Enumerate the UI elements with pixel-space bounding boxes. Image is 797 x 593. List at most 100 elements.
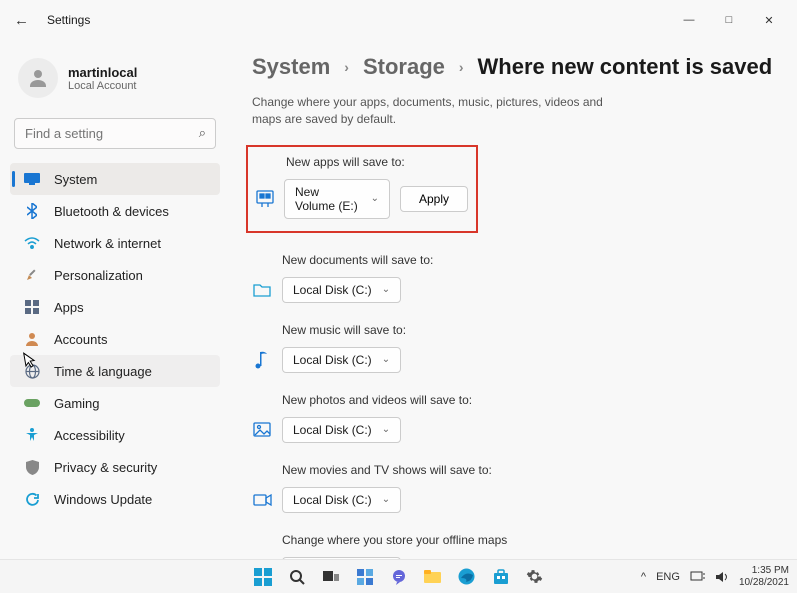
main-content: System › Storage › Where new content is … xyxy=(228,40,797,561)
drive-dropdown[interactable]: Local Disk (C:) ⌄ xyxy=(282,347,401,373)
dropdown-value: New Volume (E:) xyxy=(295,185,361,213)
volume-icon[interactable] xyxy=(715,571,729,583)
edge-icon[interactable] xyxy=(457,567,477,587)
network-icon[interactable] xyxy=(690,571,705,583)
maximize-button[interactable]: □ xyxy=(709,5,749,35)
setting-label: New music will save to: xyxy=(282,323,773,337)
settings-icon[interactable] xyxy=(525,567,545,587)
system-tray[interactable]: ^ ENG 1:35 PM 10/28/2021 xyxy=(641,565,789,588)
setting-label: New movies and TV shows will save to: xyxy=(282,463,773,477)
clock[interactable]: 1:35 PM 10/28/2021 xyxy=(739,565,789,588)
update-icon xyxy=(24,491,40,507)
music-icon xyxy=(252,350,272,370)
sidebar-item-label: Time & language xyxy=(54,364,152,379)
game-icon xyxy=(24,395,40,411)
bluetooth-icon xyxy=(24,203,40,219)
account-card[interactable]: martinlocal Local Account xyxy=(10,44,220,116)
chevron-right-icon: › xyxy=(459,59,464,75)
sidebar-item-time-language[interactable]: Time & language xyxy=(10,355,220,387)
explorer-icon[interactable] xyxy=(423,567,443,587)
sidebar-item-system[interactable]: System xyxy=(10,163,220,195)
apply-button[interactable]: Apply xyxy=(400,186,468,212)
shield-icon xyxy=(24,459,40,475)
chevron-down-icon: ⌄ xyxy=(382,284,390,295)
setting-group: New apps will save to: New Volume (E:)⌄ Ap… xyxy=(252,145,773,233)
sidebar-item-accessibility[interactable]: Accessibility xyxy=(10,419,220,451)
close-button[interactable]: ✕ xyxy=(749,5,789,35)
taskview-icon[interactable] xyxy=(321,567,341,587)
sidebar-item-bluetooth-devices[interactable]: Bluetooth & devices xyxy=(10,195,220,227)
setting-group: New music will save to: Local Disk (C:) ⌄ xyxy=(252,323,773,373)
system-icon xyxy=(24,171,40,187)
drive-dropdown[interactable]: New Volume (E:)⌄ xyxy=(284,179,390,219)
apps-save-icon xyxy=(256,189,274,209)
window-controls: — □ ✕ xyxy=(669,5,789,35)
avatar-icon xyxy=(18,58,58,98)
nav-list: System Bluetooth & devices Network & inter… xyxy=(10,163,220,515)
back-button[interactable]: ← xyxy=(8,8,35,33)
setting-label: New apps will save to: xyxy=(286,155,468,169)
dropdown-value: Local Disk (C:) xyxy=(293,423,372,437)
sidebar-item-label: Apps xyxy=(54,300,84,315)
sidebar-item-gaming[interactable]: Gaming xyxy=(10,387,220,419)
sidebar-item-accounts[interactable]: Accounts xyxy=(10,323,220,355)
sidebar-item-label: Personalization xyxy=(54,268,143,283)
drive-dropdown[interactable]: Local Disk (C:) ⌄ xyxy=(282,277,401,303)
language-indicator[interactable]: ENG xyxy=(656,571,680,583)
widgets-icon[interactable] xyxy=(355,567,375,587)
sidebar-item-network-internet[interactable]: Network & internet xyxy=(10,227,220,259)
sidebar-item-label: Privacy & security xyxy=(54,460,157,475)
breadcrumb-storage[interactable]: Storage xyxy=(363,54,445,80)
account-type: Local Account xyxy=(68,80,137,92)
setting-group: New documents will save to: Local Disk (C… xyxy=(252,253,773,303)
search-input[interactable] xyxy=(14,118,216,149)
page-description: Change where your apps, documents, music… xyxy=(252,94,612,145)
search-icon[interactable] xyxy=(287,567,307,587)
search-icon: ⌕ xyxy=(199,125,206,141)
sidebar-item-label: Bluetooth & devices xyxy=(54,204,169,219)
chevron-down-icon: ⌄ xyxy=(382,354,390,365)
chat-icon[interactable] xyxy=(389,567,409,587)
sidebar-item-apps[interactable]: Apps xyxy=(10,291,220,323)
document-icon xyxy=(252,280,272,300)
breadcrumb-system[interactable]: System xyxy=(252,54,330,80)
sidebar-item-windows-update[interactable]: Windows Update xyxy=(10,483,220,515)
drive-dropdown[interactable]: Local Disk (C:) ⌄ xyxy=(282,417,401,443)
user-icon xyxy=(24,331,40,347)
account-name: martinlocal xyxy=(68,65,137,80)
dropdown-value: Local Disk (C:) xyxy=(293,283,372,297)
setting-group: Change where you store your offline maps… xyxy=(252,533,773,561)
sidebar-item-label: Accessibility xyxy=(54,428,125,443)
titlebar: ← Settings — □ ✕ xyxy=(0,0,797,40)
dropdown-value: Local Disk (C:) xyxy=(293,493,372,507)
sidebar-item-label: System xyxy=(54,172,97,187)
setting-label: New photos and videos will save to: xyxy=(282,393,773,407)
accessibility-icon xyxy=(24,427,40,443)
dropdown-value: Local Disk (C:) xyxy=(293,353,372,367)
breadcrumb: System › Storage › Where new content is … xyxy=(252,48,773,94)
mouse-cursor-icon xyxy=(23,350,40,370)
start-button[interactable] xyxy=(253,567,273,587)
drive-dropdown[interactable]: Local Disk (C:) ⌄ xyxy=(282,487,401,513)
tray-chevron-icon[interactable]: ^ xyxy=(641,571,646,583)
sidebar-item-privacy-security[interactable]: Privacy & security xyxy=(10,451,220,483)
minimize-button[interactable]: — xyxy=(669,5,709,35)
chevron-down-icon: ⌄ xyxy=(382,424,390,435)
setting-label: New documents will save to: xyxy=(282,253,773,267)
setting-label: Change where you store your offline maps xyxy=(282,533,773,547)
sidebar-item-personalization[interactable]: Personalization xyxy=(10,259,220,291)
brush-icon xyxy=(24,267,40,283)
chevron-down-icon: ⌄ xyxy=(382,494,390,505)
sidebar-item-label: Windows Update xyxy=(54,492,152,507)
highlight-box: New apps will save to: New Volume (E:)⌄ Ap… xyxy=(246,145,478,233)
setting-group: New photos and videos will save to: Local… xyxy=(252,393,773,443)
breadcrumb-current: Where new content is saved xyxy=(478,54,773,80)
search-box[interactable]: ⌕ xyxy=(14,118,216,149)
sidebar: martinlocal Local Account ⌕ System Blueto… xyxy=(0,40,228,561)
store-icon[interactable] xyxy=(491,567,511,587)
wifi-icon xyxy=(24,235,40,251)
app-title: Settings xyxy=(47,13,90,27)
taskbar: ^ ENG 1:35 PM 10/28/2021 xyxy=(0,559,797,593)
chevron-right-icon: › xyxy=(344,59,349,75)
photo-icon xyxy=(252,420,272,440)
